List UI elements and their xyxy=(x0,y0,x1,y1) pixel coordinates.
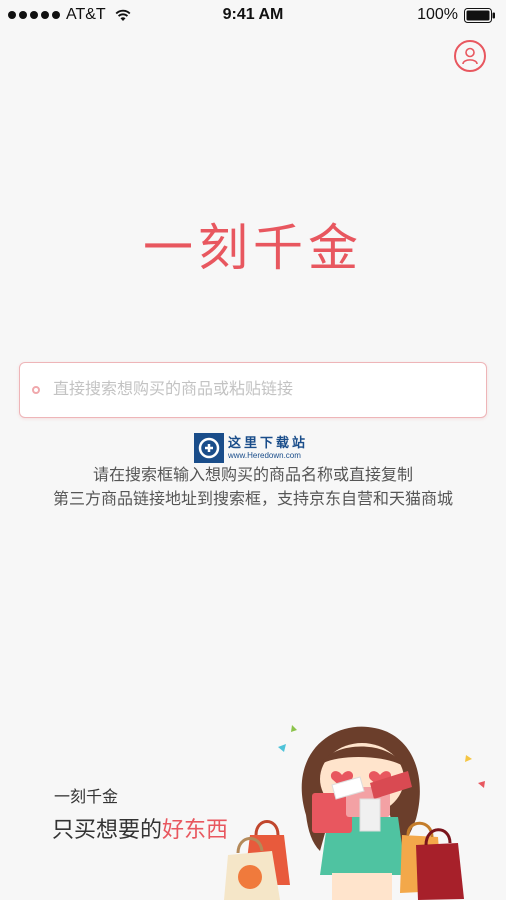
watermark-text: 这里下载站 www.Heredown.com xyxy=(228,435,308,461)
battery-icon xyxy=(464,7,495,23)
tagline-slogan: 只买想要的好东西 xyxy=(52,812,228,844)
hint-line-2: 第三方商品链接地址到搜索框，支持京东自营和天猫商城 xyxy=(52,491,453,508)
watermark-title: 这里下载站 xyxy=(228,435,309,450)
watermark: 这里下载站 www.Heredown.com xyxy=(194,433,308,463)
search-dot-icon xyxy=(32,386,40,394)
search-input[interactable] xyxy=(51,380,486,400)
battery-percent: 100% xyxy=(417,6,458,23)
app-logo: 一刻千金 xyxy=(143,220,363,276)
status-bar: AT&T 9:41 AM 100% xyxy=(0,0,506,30)
status-right: 100% xyxy=(417,6,496,24)
tagline-slogan-accent: 好东西 xyxy=(162,817,229,842)
shopping-girl-illustration xyxy=(224,725,485,900)
tagline-brand: 一刻千金 xyxy=(54,789,119,806)
search-box[interactable] xyxy=(19,362,487,418)
hint-line-1: 请在搜索框输入想购买的商品名称或直接复制 xyxy=(92,467,413,484)
user-profile-button[interactable] xyxy=(454,40,486,72)
tagline-slogan-prefix: 只买想要的 xyxy=(52,817,163,842)
watermark-logo-icon xyxy=(194,433,224,463)
search-hint: 请在搜索框输入想购买的商品名称或直接复制 第三方商品链接地址到搜索框，支持京东自… xyxy=(0,464,506,512)
watermark-url: www.Heredown.com xyxy=(228,451,301,460)
user-profile-icon xyxy=(462,47,478,65)
